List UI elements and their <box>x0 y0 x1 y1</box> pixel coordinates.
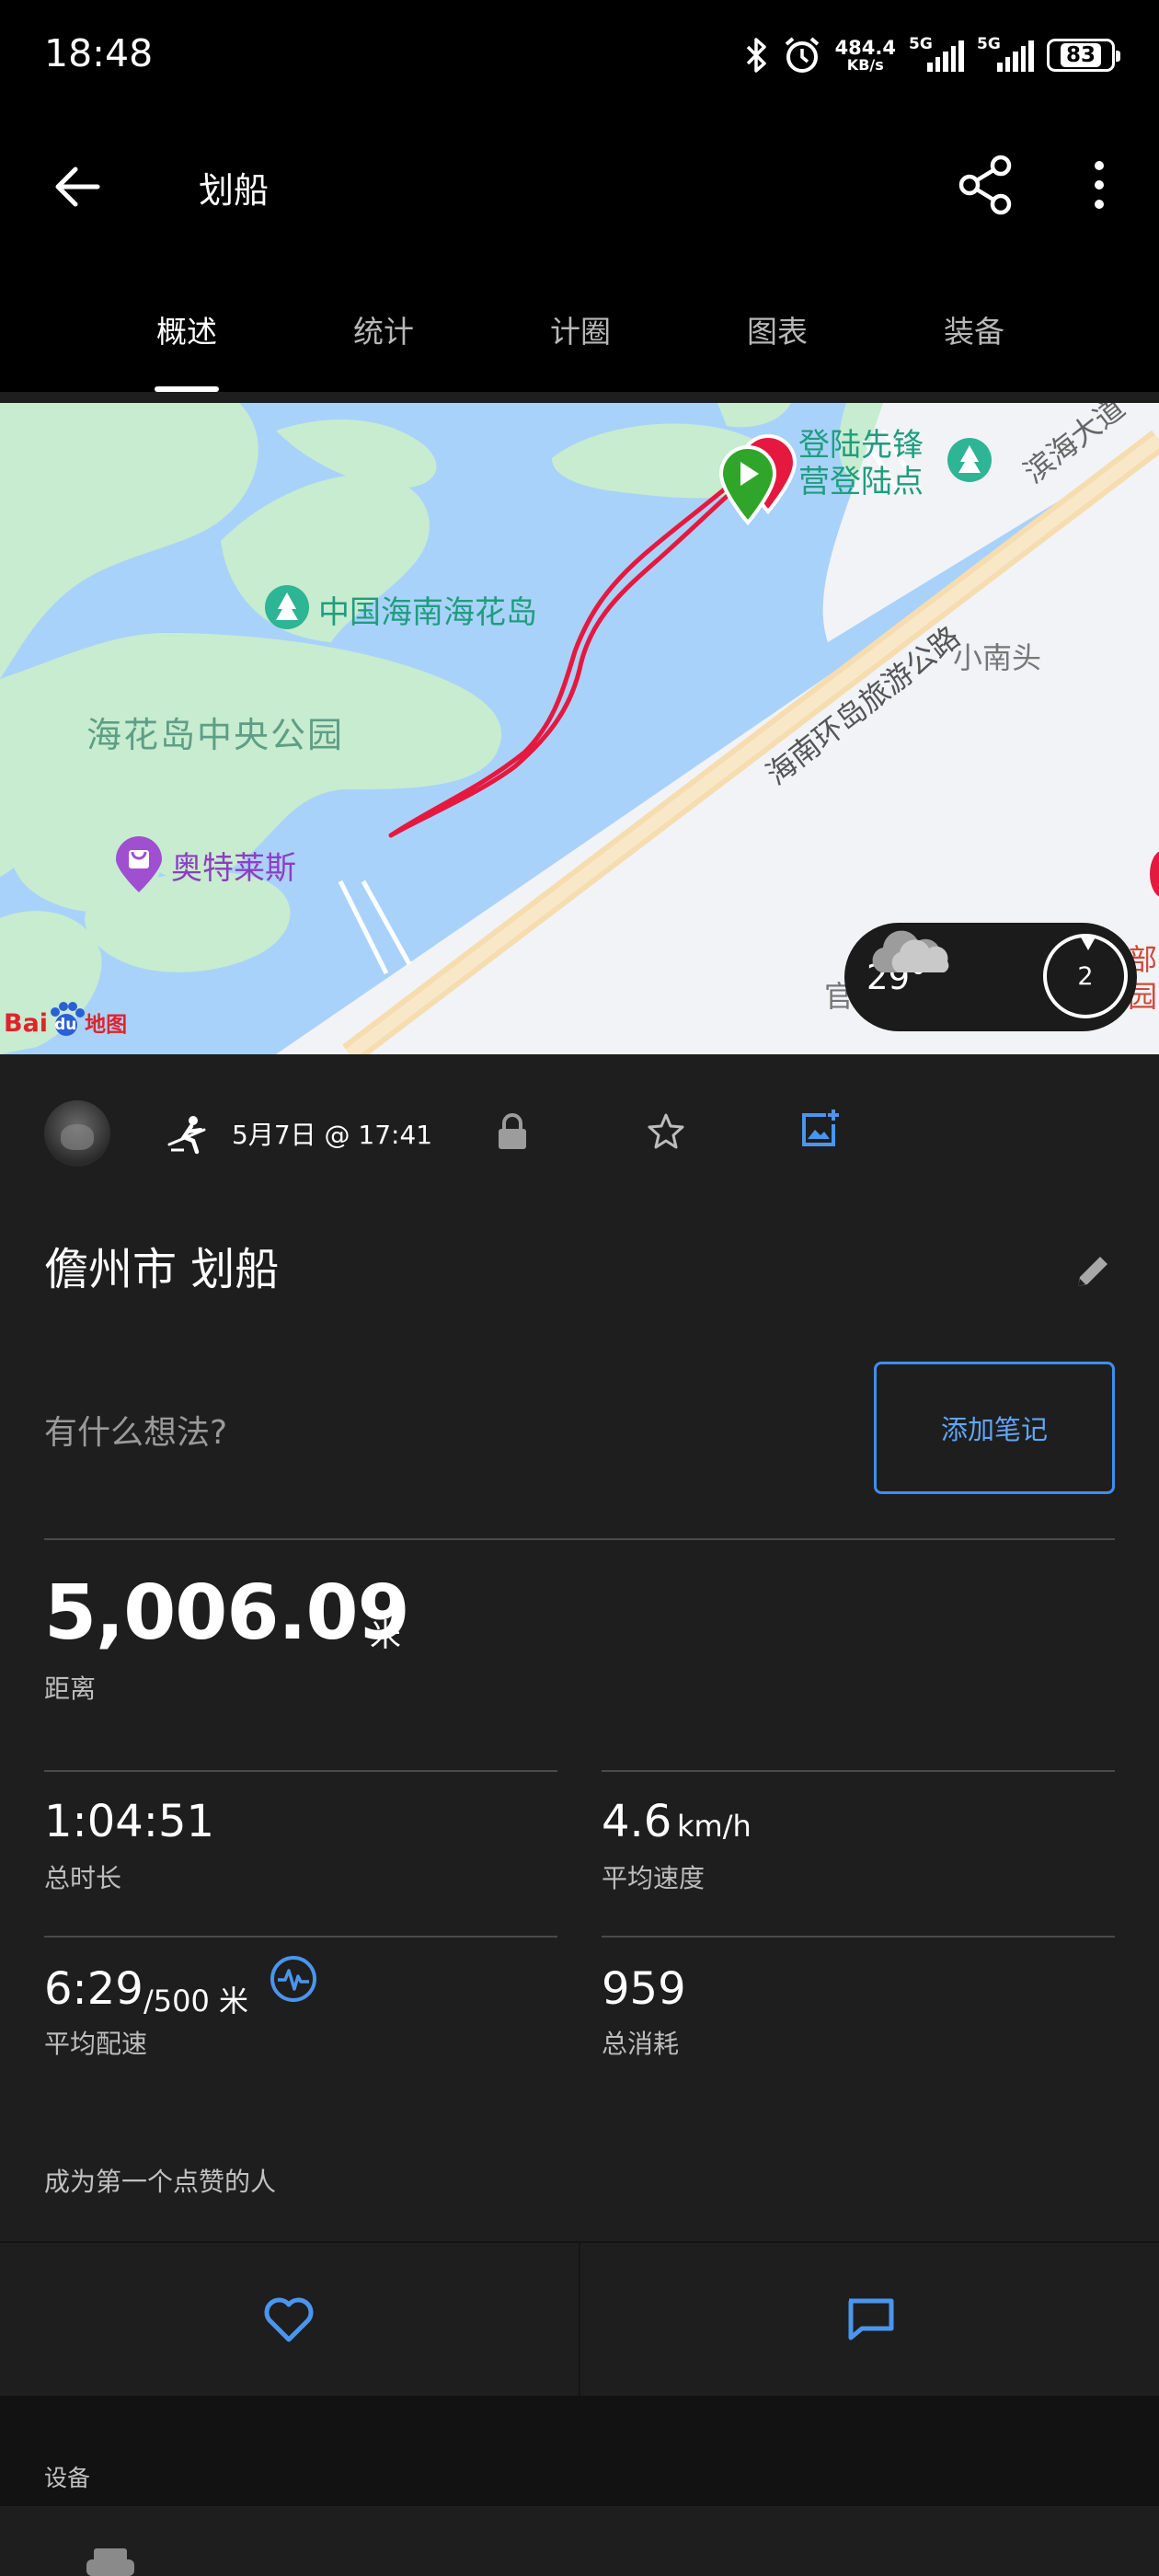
add-note-button[interactable]: 添加笔记 <box>874 1362 1115 1494</box>
calories-label: 总消耗 <box>602 2029 680 2059</box>
avg-speed-unit: km/h <box>677 1809 752 1844</box>
avg-pace-unit: /500 米 <box>143 1984 249 2018</box>
calories-value: 959 <box>602 1963 686 2015</box>
comment-button[interactable] <box>581 2243 1159 2396</box>
star-icon[interactable] <box>646 1111 686 1152</box>
back-arrow-icon[interactable] <box>46 155 110 219</box>
weather-badge: 2 <box>1043 934 1128 1018</box>
tab-overview[interactable]: 概述 <box>88 258 285 392</box>
status-icons: 484.4 KB/s 5G 5G 83 <box>745 28 1120 83</box>
duration-value: 1:04:51 <box>44 1796 215 1847</box>
tab-charts[interactable]: 图表 <box>679 258 876 392</box>
battery-icon: 83 <box>1047 39 1120 72</box>
cloud-icon <box>872 930 949 972</box>
bluetooth-icon <box>746 38 766 73</box>
divider <box>44 1538 1115 1540</box>
baidu-logo-text: du <box>54 1016 77 1034</box>
baidu-paw-icon: du <box>48 1001 86 1038</box>
edit-pencil-icon[interactable] <box>1073 1251 1113 1292</box>
lock-icon[interactable] <box>495 1111 530 1152</box>
avg-pace-value: 6:29 <box>44 1963 143 2015</box>
map-label-park: 海花岛中央公园 <box>86 715 345 755</box>
distance-value: 5,006.09 <box>44 1570 410 1657</box>
baidu-logo-text: 地图 <box>85 1013 128 1037</box>
activity-title: 儋州市 划船 <box>44 1244 280 1295</box>
devices-section-label: 设备 <box>44 2465 91 2491</box>
tab-stats[interactable]: 统计 <box>285 258 482 392</box>
comment-icon <box>848 2298 894 2340</box>
divider <box>602 1770 1115 1772</box>
avatar[interactable] <box>44 1100 110 1167</box>
weather-widget: 29° 2 <box>844 923 1137 1031</box>
activity-date: 5月7日 @ 17:41 <box>232 1120 433 1150</box>
network-speed: 484.4 KB/s <box>834 36 896 74</box>
alarm-icon <box>785 37 819 73</box>
network-speed-value: 484.4 <box>834 36 896 59</box>
add-photo-icon[interactable] <box>798 1108 841 1150</box>
map-label-island: 中国海南海花岛 <box>318 594 537 631</box>
avg-speed-label: 平均速度 <box>602 1863 706 1893</box>
signal-icon-2: 5G <box>977 35 1034 72</box>
tab-laps[interactable]: 计圈 <box>482 258 679 392</box>
action-bar <box>0 2241 1159 2396</box>
signal-2-label: 5G <box>977 35 1001 53</box>
watch-icon <box>86 2548 134 2576</box>
kudos-prompt: 成为第一个点赞的人 <box>44 2167 277 2197</box>
page-title: 划船 <box>199 170 270 211</box>
more-options-icon[interactable] <box>1067 153 1131 217</box>
tab-gear[interactable]: 装备 <box>876 258 1073 392</box>
heart-icon <box>264 2297 314 2342</box>
route-map[interactable]: 登陆先锋 营登陆点 滨海大道 海南环岛旅游公路 中国海南海花岛 海花岛中央公园 … <box>0 403 1159 1054</box>
divider <box>44 1936 557 1938</box>
share-icon[interactable] <box>953 153 1017 217</box>
map-label-poi: 营登陆点 <box>798 464 924 500</box>
network-speed-unit: KB/s <box>846 55 884 74</box>
status-time: 18:48 <box>44 31 154 75</box>
map-label-outlets: 奥特莱斯 <box>171 850 296 887</box>
signal-icon-1: 5G <box>909 35 964 72</box>
status-bar: 18:48 484.4 KB/s 5G 5G 83 <box>0 0 1159 110</box>
tab-bar: 概述 统计 计圈 图表 装备 <box>0 258 1159 392</box>
distance-label: 距离 <box>44 1673 97 1704</box>
distance-unit: 米 <box>370 1617 401 1654</box>
baidu-logo-text: Bai <box>4 1009 49 1038</box>
start-marker-icon <box>718 445 777 526</box>
activity-meta-row: 5月7日 @ 17:41 <box>0 1054 1159 1211</box>
park-poi-icon <box>947 438 992 482</box>
park-poi-icon <box>265 585 309 629</box>
battery-level: 83 <box>1060 43 1101 67</box>
heart-rate-icon[interactable] <box>269 1954 318 2004</box>
signal-1-label: 5G <box>909 35 933 53</box>
rowing-icon <box>167 1116 206 1155</box>
device-card[interactable] <box>0 2506 1159 2576</box>
baidu-logo: Bai du 地图 <box>4 1001 127 1038</box>
notes-placeholder[interactable]: 有什么想法? <box>44 1406 227 1454</box>
divider <box>602 1936 1115 1938</box>
avg-speed-value: 4.6 <box>602 1796 672 1847</box>
like-button[interactable] <box>0 2243 578 2396</box>
divider <box>44 1770 557 1772</box>
devices-section: 设备 <box>0 2396 1159 2506</box>
map-label-village: 小南头 <box>953 640 1042 675</box>
duration-label: 总时长 <box>44 1863 122 1893</box>
shopping-poi-icon <box>116 836 162 892</box>
avg-pace-label: 平均配速 <box>44 2029 148 2059</box>
divider <box>579 2243 580 2396</box>
app-bar: 划船 <box>0 110 1159 258</box>
